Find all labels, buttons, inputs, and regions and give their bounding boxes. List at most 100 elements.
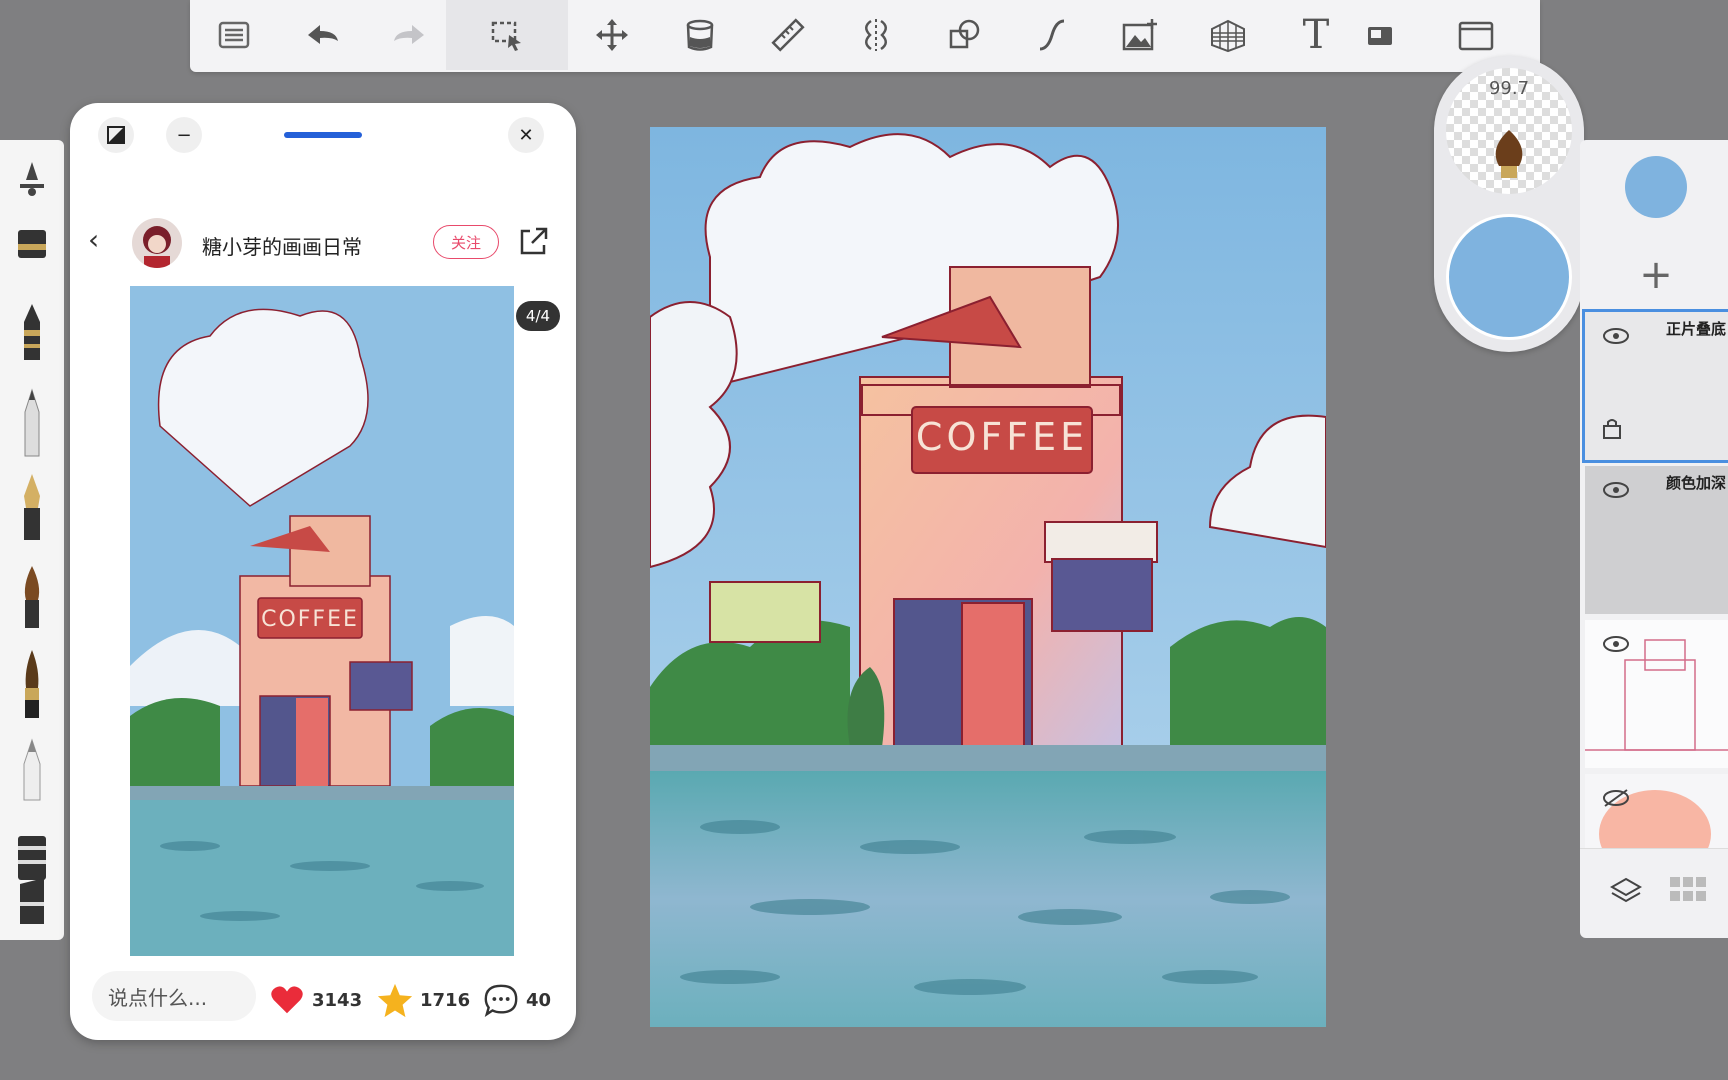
brush-soft-pencil[interactable] (10, 734, 54, 806)
brush-pencil[interactable] (10, 388, 54, 460)
color-blob-thumbnail (1599, 790, 1711, 848)
pencil-icon (24, 388, 40, 457)
avatar[interactable] (132, 218, 182, 268)
ruler-icon (771, 18, 805, 52)
opacity-toggle-icon (107, 126, 125, 144)
brush-marker[interactable] (10, 218, 54, 290)
image-insert-icon (1122, 19, 1157, 51)
chisel-brush-icon (20, 878, 44, 924)
menu-button[interactable] (190, 0, 278, 70)
close-button[interactable]: ✕ (508, 117, 544, 153)
brush-airbrush[interactable] (10, 150, 54, 222)
undo-button[interactable] (278, 0, 366, 70)
soft-pencil-icon (23, 738, 41, 801)
brush-fountain-pen[interactable] (10, 472, 54, 544)
image-pager: 4/4 (516, 301, 560, 331)
minimize-button[interactable]: − (166, 117, 202, 153)
brush-chisel[interactable] (10, 864, 54, 936)
layer-name: 正片叠底 (1665, 320, 1726, 338)
fill-bucket-icon (686, 19, 714, 51)
back-button[interactable]: ‹ (88, 223, 99, 256)
redo-button[interactable] (366, 0, 454, 70)
brush-preview-icon (1495, 130, 1523, 178)
comment-placeholder: 说点什么... (108, 985, 208, 1010)
avatar-image (143, 226, 171, 268)
star-icon (377, 983, 413, 1018)
panel-toggle-button[interactable] (98, 117, 134, 153)
add-layer-button[interactable]: + (1626, 245, 1686, 305)
coffee-sign: COFFEE (916, 415, 1088, 459)
drawing-canvas[interactable]: COFFEE (650, 127, 1326, 1027)
brush-size-value: 99.7 (1488, 78, 1530, 99)
top-toolbar: T (190, 0, 1540, 72)
layers-panel: + 正片叠底 颜色加深 (1580, 140, 1728, 938)
eye-icon[interactable] (1601, 326, 1631, 346)
reference-icon (1368, 27, 1392, 45)
menu-icon (218, 21, 250, 49)
brush-size-color-picker: 99.7 (1434, 56, 1584, 352)
selection-button[interactable] (446, 0, 568, 70)
brush-ink-pen[interactable] (10, 300, 54, 372)
drag-handle[interactable] (284, 132, 362, 138)
marker-brush-icon (18, 230, 46, 258)
undo-icon (308, 25, 338, 44)
watercolor-brush-icon (25, 650, 39, 718)
share-icon[interactable] (516, 223, 552, 259)
lock-icon[interactable] (1601, 416, 1623, 440)
fill-button[interactable] (656, 0, 744, 70)
reference-button[interactable] (1350, 0, 1410, 70)
heart-icon (271, 986, 303, 1014)
reference-image[interactable]: COFFEE (130, 286, 514, 956)
author-name[interactable]: 糖小芽的画画日常 (202, 231, 362, 260)
layer-item[interactable] (1585, 774, 1728, 848)
brush-watercolor[interactable] (10, 648, 54, 720)
grid-view-icon[interactable] (1668, 875, 1708, 905)
eye-icon[interactable] (1601, 634, 1631, 654)
layers-icon[interactable] (1608, 873, 1644, 909)
curve-button[interactable] (1008, 0, 1096, 70)
move-icon (596, 19, 628, 51)
reference-artwork: COFFEE (130, 286, 514, 956)
image-button[interactable] (1096, 0, 1184, 70)
brush-rail (0, 140, 64, 940)
perspective-button[interactable] (1184, 0, 1272, 70)
layer-item[interactable]: 正片叠底 (1582, 309, 1728, 463)
reference-panel: − ✕ ‹ 糖小芽的画画日常 关注 COFFEE 4/4 说点什么... 314… (70, 103, 576, 1040)
comment-input[interactable]: 说点什么... (92, 971, 256, 1021)
perspective-grid-icon (1211, 19, 1245, 53)
brush-round[interactable] (10, 560, 54, 632)
eye-hidden-icon[interactable] (1601, 788, 1631, 808)
eye-icon[interactable] (1601, 480, 1631, 500)
selection-icon (491, 21, 521, 51)
ink-pen-icon (24, 304, 40, 360)
airbrush-icon (20, 162, 44, 196)
color-picker-disc[interactable] (1446, 214, 1572, 340)
redo-icon (394, 25, 424, 44)
text-icon: T (1302, 12, 1330, 58)
round-brush-icon (24, 566, 40, 628)
favorite-button[interactable]: 1716 (376, 981, 470, 1019)
comment-count: 40 (526, 989, 552, 1011)
fullscreen-icon (1458, 21, 1494, 51)
move-button[interactable] (568, 0, 656, 70)
fountain-pen-icon (24, 474, 40, 540)
reference-coffee-sign: COFFEE (261, 607, 359, 632)
layer-item[interactable]: 颜色加深 (1585, 466, 1728, 614)
shapes-icon (949, 19, 980, 49)
symmetry-icon (865, 19, 887, 51)
layer-name: 颜色加深 (1665, 474, 1726, 492)
chat-bubble-icon (484, 984, 518, 1018)
ruler-button[interactable] (744, 0, 832, 70)
comment-count-button[interactable]: 40 (482, 981, 551, 1019)
curve-icon (1039, 19, 1065, 51)
text-button[interactable]: T (1272, 0, 1360, 70)
layer-item[interactable] (1585, 620, 1728, 768)
layers-footer (1580, 848, 1728, 938)
favorite-count: 1716 (420, 989, 471, 1011)
like-button[interactable]: 3143 (268, 981, 362, 1019)
follow-button[interactable]: 关注 (433, 225, 499, 259)
current-color-swatch[interactable] (1625, 156, 1687, 218)
artwork: COFFEE (650, 127, 1326, 1027)
symmetry-button[interactable] (832, 0, 920, 70)
shapes-button[interactable] (920, 0, 1008, 70)
